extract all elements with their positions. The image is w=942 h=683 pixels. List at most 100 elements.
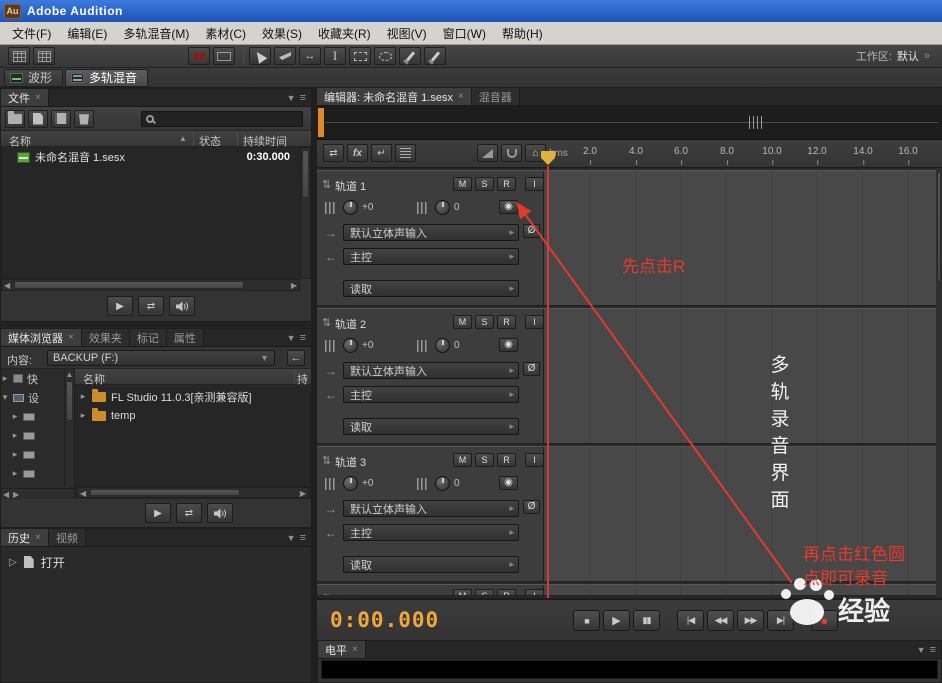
workspace-switcher[interactable]: 工作区: 默认 »	[856, 48, 934, 64]
track-4-name[interactable]: 轨道 4	[335, 592, 366, 596]
scroll-left-icon[interactable]: ◀	[3, 490, 9, 499]
tree-scrollbar[interactable]: ▲	[64, 369, 74, 487]
menu-effects[interactable]: 效果(S)	[254, 22, 310, 45]
track-3-monitor-toggle-button[interactable]: ◉	[499, 476, 518, 490]
close-icon[interactable]: ×	[458, 91, 464, 102]
skip-to-start-button[interactable]: |◀	[677, 610, 704, 631]
track-1-mute-button[interactable]: M	[453, 177, 472, 191]
preview-play-button[interactable]: ▶	[145, 503, 171, 523]
track-4-input-monitor-button[interactable]: I	[525, 589, 544, 596]
panel-menu-icon[interactable]: ≡	[300, 332, 306, 344]
column-duration[interactable]: 持	[297, 371, 308, 387]
new-item-button[interactable]	[51, 110, 71, 128]
pan-value[interactable]: 0	[454, 340, 460, 351]
sort-asc-icon[interactable]: ▲	[179, 134, 187, 143]
fx-rack-button[interactable]: fx	[347, 144, 368, 162]
marquee-tool-button[interactable]	[349, 47, 371, 65]
column-divider[interactable]	[237, 131, 238, 146]
move-tool-button[interactable]	[249, 47, 271, 65]
volume-value[interactable]: +0	[362, 340, 373, 351]
preview-volume-button[interactable]	[207, 503, 233, 523]
preview-play-button[interactable]: ▶	[107, 296, 133, 316]
caret-down-icon[interactable]: ▼	[287, 533, 296, 543]
layout-grid-button[interactable]	[8, 47, 30, 65]
tab-media-browser[interactable]: 媒体浏览器 ×	[1, 329, 82, 346]
scroll-left-icon[interactable]: ◀	[4, 281, 10, 291]
close-icon[interactable]: ×	[68, 332, 74, 343]
track-3-input-select[interactable]: 默认立体声输入 ▸	[343, 500, 519, 517]
scroll-up-icon[interactable]: ▲	[65, 370, 74, 380]
track-3-output-select[interactable]: 主控 ▸	[343, 524, 519, 541]
open-file-button[interactable]	[5, 110, 25, 128]
caret-down-icon[interactable]: ▼	[917, 645, 926, 655]
import-file-button[interactable]	[28, 110, 48, 128]
track-1-name[interactable]: 轨道 1	[335, 178, 366, 194]
panel-menu-icon[interactable]: ≡	[300, 532, 306, 544]
track-2-output-select[interactable]: 主控 ▸	[343, 386, 519, 403]
chevrons-icon[interactable]: »	[924, 50, 930, 62]
track-2-bypass-effects-button[interactable]: Ø	[523, 362, 540, 376]
pause-button[interactable]: ▮▮	[633, 610, 660, 631]
scrollbar-thumb[interactable]	[302, 150, 309, 198]
tab-video[interactable]: 视频	[49, 529, 86, 546]
track-3-bypass-effects-button[interactable]: Ø	[523, 500, 540, 514]
spot-heal-tool-button[interactable]	[424, 47, 446, 65]
menu-help[interactable]: 帮助(H)	[494, 22, 551, 45]
panel-menu-icon[interactable]: ≡	[930, 644, 936, 656]
track-1-volume-knob[interactable]	[343, 200, 358, 215]
track-1-solo-button[interactable]: S	[475, 177, 494, 191]
track-4-record-arm-button[interactable]: R	[497, 589, 516, 596]
track-2-solo-button[interactable]: S	[475, 315, 494, 329]
brush-tool-button[interactable]	[399, 47, 421, 65]
track-4-solo-button[interactable]: S	[475, 589, 494, 596]
track-2-mute-button[interactable]: M	[453, 315, 472, 329]
track-1-pan-knob[interactable]	[435, 200, 450, 215]
collapsed-icon[interactable]: ▸	[11, 449, 19, 460]
folder-row[interactable]: ▸ temp	[75, 406, 311, 425]
tab-history[interactable]: 历史 ×	[1, 529, 49, 546]
timeline-ruler[interactable]: ⇄ fx ↵ ⌂ hms 2.0 4.0 6.0 8.0 10.0 12.0 1…	[317, 140, 942, 168]
panel-menu-icon[interactable]: ≡	[300, 92, 306, 104]
pan-value[interactable]: 0	[454, 478, 460, 489]
close-icon[interactable]: ×	[352, 644, 358, 655]
collapsed-icon[interactable]: ▸	[11, 430, 19, 441]
pan-value[interactable]: 0	[454, 202, 460, 213]
menu-window[interactable]: 窗口(W)	[435, 22, 494, 45]
collapsed-icon[interactable]: ▸	[11, 468, 19, 479]
collapsed-icon[interactable]: ▸	[11, 411, 19, 422]
tab-levels[interactable]: 电平 ×	[318, 641, 366, 658]
navigator-range-start[interactable]	[318, 108, 324, 137]
delete-button[interactable]	[74, 110, 94, 128]
preview-volume-button[interactable]	[169, 296, 195, 316]
play-button[interactable]: ▶	[603, 610, 630, 631]
close-icon[interactable]: ×	[35, 532, 41, 543]
layout-rows-button[interactable]	[33, 47, 55, 65]
track-1-record-arm-button[interactable]: R	[497, 177, 516, 191]
collapsed-icon[interactable]: ▸	[1, 373, 9, 384]
preview-loop-button[interactable]: ⇄	[176, 503, 202, 523]
tree-item-drive[interactable]: ▸	[1, 426, 64, 445]
stop-button[interactable]: ■	[573, 610, 600, 631]
track-4-mute-button[interactable]: M	[453, 589, 472, 596]
expanded-icon[interactable]: ▾	[1, 392, 9, 403]
scrollbar-thumb[interactable]	[937, 172, 941, 282]
media-horizontal-scrollbar[interactable]: ◀ ▶	[77, 487, 309, 498]
collapsed-icon[interactable]: ▸	[79, 410, 87, 421]
scrollbar-thumb[interactable]	[90, 489, 240, 496]
scroll-left-icon[interactable]: ◀	[80, 489, 86, 499]
preview-loop-button[interactable]: ⇄	[138, 296, 164, 316]
folder-row[interactable]: ▸ FL Studio 11.0.3[亲测兼容版]	[75, 387, 311, 406]
meter-bars-button[interactable]	[395, 144, 416, 162]
tree-item-shortcuts[interactable]: ▸ 快	[1, 369, 64, 388]
volume-value[interactable]: +0	[362, 202, 373, 213]
files-search-box[interactable]	[141, 111, 303, 127]
swap-tracks-button[interactable]: ⇄	[323, 144, 344, 162]
tree-item-drive[interactable]: ▸	[1, 407, 64, 426]
track-2-lane[interactable]	[544, 309, 942, 443]
tab-markers[interactable]: 标记	[130, 329, 167, 346]
track-1-input-select[interactable]: 默认立体声输入 ▸	[343, 224, 519, 241]
menu-clip[interactable]: 素材(C)	[197, 22, 254, 45]
column-divider[interactable]	[294, 369, 295, 384]
waveform-view-button[interactable]: 波形	[4, 69, 63, 87]
track-2-input-monitor-button[interactable]: I	[525, 315, 544, 329]
